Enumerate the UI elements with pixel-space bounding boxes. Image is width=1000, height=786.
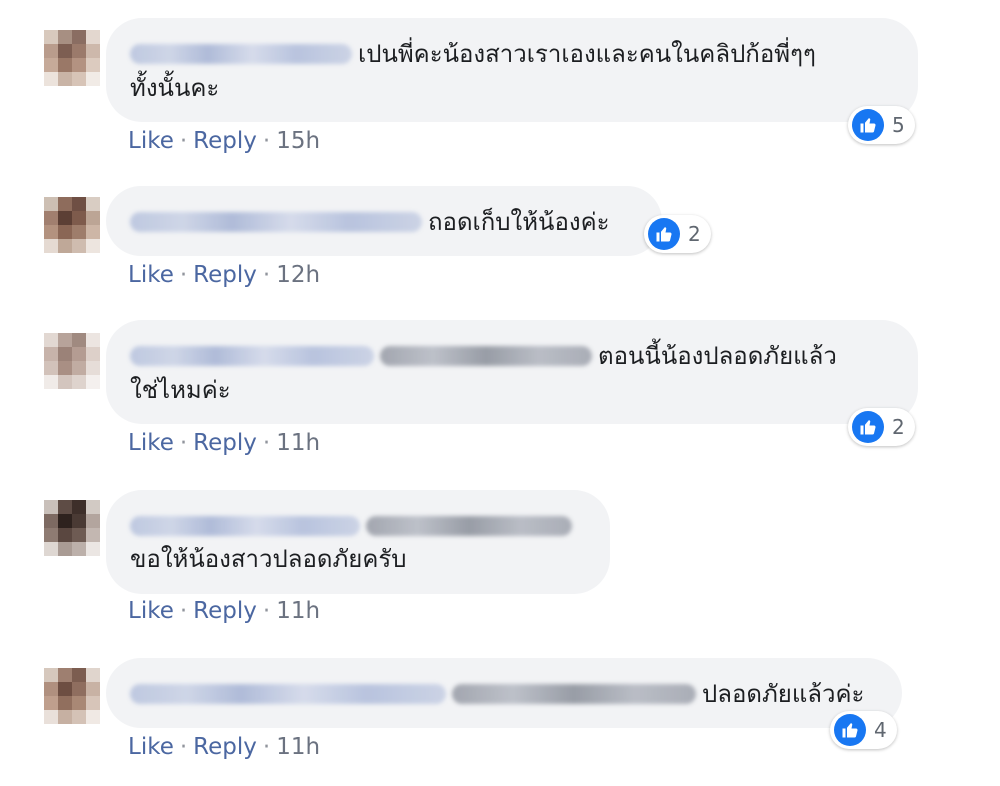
avatar[interactable] (44, 668, 100, 724)
like-link[interactable]: Like (128, 430, 174, 456)
like-link[interactable]: Like (128, 128, 174, 154)
separator: · (262, 598, 271, 624)
like-reaction-icon (648, 218, 680, 250)
like-link[interactable]: Like (128, 598, 174, 624)
comment-text: ตอนนี้น้องปลอดภัยแล้ว (598, 342, 837, 370)
commenter-name[interactable] (130, 346, 374, 366)
comment-text: ขอให้น้องสาวปลอดภัยครับ (130, 545, 407, 573)
comment-text: ถอดเก็บให้น้องค่ะ (428, 208, 610, 236)
timestamp[interactable]: 11h (276, 430, 320, 456)
reply-link[interactable]: Reply (193, 262, 257, 288)
comment-actions: Like · Reply · 15h (128, 128, 320, 154)
timestamp[interactable]: 12h (276, 262, 320, 288)
avatar[interactable] (44, 500, 100, 556)
separator: · (262, 430, 271, 456)
avatar[interactable] (44, 333, 100, 389)
comment-bubble: ตอนนี้น้องปลอดภัยแล้ว ใช่ไหมค่ะ (106, 320, 918, 424)
comment-bubble: ถอดเก็บให้น้องค่ะ (106, 186, 662, 256)
timestamp[interactable]: 11h (276, 598, 320, 624)
tagged-name[interactable] (380, 346, 592, 366)
comment-actions: Like · Reply · 11h (128, 734, 320, 760)
reply-link[interactable]: Reply (193, 598, 257, 624)
commenter-name[interactable] (130, 684, 446, 704)
tagged-name[interactable] (452, 684, 696, 704)
separator: · (262, 262, 271, 288)
tagged-name[interactable] (366, 516, 572, 536)
timestamp[interactable]: 11h (276, 734, 320, 760)
reaction-count[interactable]: 4 (830, 711, 897, 749)
timestamp[interactable]: 15h (276, 128, 320, 154)
separator: · (179, 128, 188, 154)
reply-link[interactable]: Reply (193, 734, 257, 760)
commenter-name[interactable] (130, 516, 360, 536)
reaction-count[interactable]: 2 (644, 215, 711, 253)
reaction-count[interactable]: 5 (848, 106, 915, 144)
separator: · (179, 734, 188, 760)
commenter-name[interactable] (130, 44, 352, 64)
comment-actions: Like · Reply · 11h (128, 598, 320, 624)
avatar[interactable] (44, 197, 100, 253)
like-reaction-icon (852, 411, 884, 443)
comment-text-line-2: ใช่ไหมค่ะ (130, 376, 231, 404)
avatar[interactable] (44, 30, 100, 86)
comment-text: เปนพี่คะน้องสาวเราเองและคนในคลิปก้อพี่ๆๆ (358, 40, 816, 68)
separator: · (179, 598, 188, 624)
separator: · (262, 734, 271, 760)
comment-bubble: ขอให้น้องสาวปลอดภัยครับ (106, 490, 610, 594)
comment-bubble: เปนพี่คะน้องสาวเราเองและคนในคลิปก้อพี่ๆๆ… (106, 18, 918, 122)
separator: · (179, 430, 188, 456)
like-link[interactable]: Like (128, 262, 174, 288)
reaction-number: 5 (892, 113, 905, 137)
reaction-number: 2 (892, 415, 905, 439)
commenter-name[interactable] (130, 212, 422, 232)
reaction-count[interactable]: 2 (848, 408, 915, 446)
reaction-number: 2 (688, 222, 701, 246)
separator: · (179, 262, 188, 288)
comment-text: ปลอดภัยแล้วค่ะ (702, 680, 865, 708)
reply-link[interactable]: Reply (193, 128, 257, 154)
like-reaction-icon (852, 109, 884, 141)
comment-bubble: ปลอดภัยแล้วค่ะ (106, 658, 902, 728)
like-link[interactable]: Like (128, 734, 174, 760)
separator: · (262, 128, 271, 154)
comment-actions: Like · Reply · 11h (128, 430, 320, 456)
reply-link[interactable]: Reply (193, 430, 257, 456)
comment-text-line-2: ทั้งนั้นคะ (130, 74, 220, 102)
comment-actions: Like · Reply · 12h (128, 262, 320, 288)
reaction-number: 4 (874, 718, 887, 742)
like-reaction-icon (834, 714, 866, 746)
